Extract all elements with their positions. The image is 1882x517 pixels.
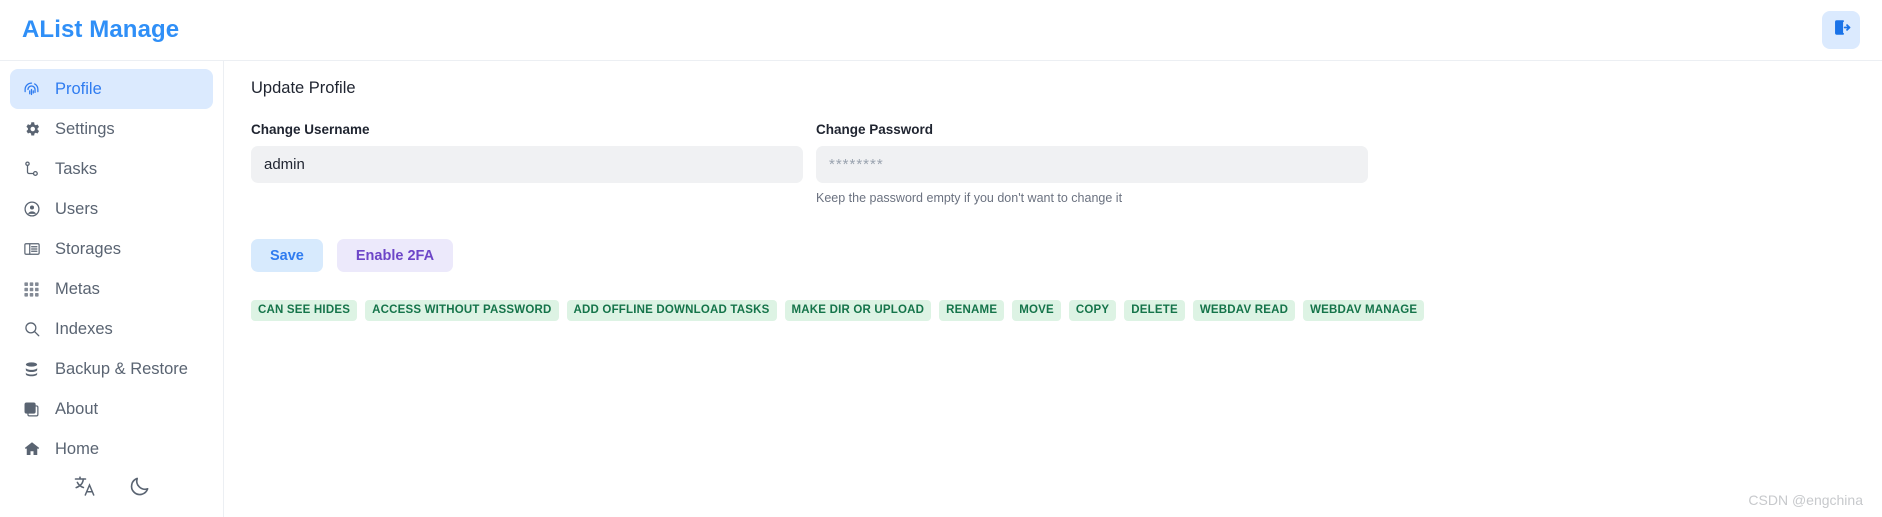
permission-badge-list: CAN SEE HIDES ACCESS WITHOUT PASSWORD ADD …	[251, 300, 1842, 322]
sidebar-footer	[0, 473, 224, 499]
permission-badge: WEBDAV READ	[1192, 300, 1296, 322]
sidebar-item-users[interactable]: Users	[10, 189, 213, 229]
gear-icon	[21, 119, 42, 140]
search-icon	[21, 319, 42, 340]
permission-badge: CAN SEE HIDES	[251, 300, 358, 322]
password-field-group: Change Password Keep the password empty …	[816, 122, 1368, 205]
username-label: Change Username	[251, 122, 370, 137]
watermark: CSDN @engchina	[1748, 492, 1863, 508]
action-buttons: Save Enable 2FA	[251, 239, 1842, 272]
tasks-icon	[21, 159, 42, 180]
permission-badge: RENAME	[939, 300, 1005, 322]
sidebar-item-label: About	[55, 399, 99, 418]
sidebar-item-label: Settings	[55, 119, 115, 138]
password-input[interactable]	[816, 146, 1368, 183]
sidebar-item-label: Users	[55, 199, 99, 218]
layers-icon	[21, 399, 42, 420]
sidebar-item-settings[interactable]: Settings	[10, 109, 236, 149]
database-icon	[21, 359, 42, 380]
permission-badge: COPY	[1068, 300, 1117, 322]
sidebar-item-profile[interactable]: Profile	[10, 69, 213, 109]
sidebar-item-home[interactable]: Home	[10, 429, 213, 469]
sidebar-item-label: Tasks	[55, 159, 98, 178]
permission-badge: ADD OFFLINE DOWNLOAD TASKS	[566, 300, 777, 322]
sidebar-item-metas[interactable]: Metas	[10, 269, 213, 309]
save-button[interactable]: Save	[251, 239, 323, 272]
sidebar-item-about[interactable]: About	[10, 389, 213, 429]
sidebar-item-tasks[interactable]: Tasks	[10, 149, 236, 189]
password-label: Change Password	[816, 122, 934, 137]
sidebar-item-label: Storages	[55, 239, 122, 258]
logout-button[interactable]	[1822, 11, 1860, 49]
permission-badge: ACCESS WITHOUT PASSWORD	[365, 300, 559, 322]
username-field-group: Change Username	[251, 122, 803, 205]
sidebar-item-label: Metas	[55, 279, 100, 298]
logout-icon	[1832, 18, 1851, 42]
sidebar-item-label: Profile	[55, 79, 102, 98]
profile-form: Change Username Change Password Keep the…	[251, 122, 1842, 205]
sidebar: Profile Settings Tasks Users Storages Me…	[0, 61, 236, 517]
username-input[interactable]	[251, 146, 803, 183]
sidebar-item-label: Home	[55, 439, 100, 458]
language-icon[interactable]	[72, 473, 98, 499]
storage-icon	[21, 239, 42, 260]
sidebar-item-backup-restore[interactable]: Backup & Restore	[10, 349, 213, 389]
user-circle-icon	[21, 199, 42, 220]
main-content: Update Profile Change Username Change Pa…	[225, 61, 1882, 517]
permission-badge: MAKE DIR OR UPLOAD	[784, 300, 932, 322]
sidebar-item-label: Backup & Restore	[55, 359, 188, 378]
page-title: Update Profile	[251, 79, 356, 97]
sidebar-item-storages[interactable]: Storages	[10, 229, 213, 269]
metas-grid-icon	[21, 279, 42, 300]
dark-mode-moon-icon[interactable]	[126, 473, 152, 499]
permission-badge: WEBDAV MANAGE	[1303, 300, 1425, 322]
enable-2fa-button[interactable]: Enable 2FA	[336, 239, 454, 272]
sidebar-item-indexes[interactable]: Indexes	[10, 309, 213, 349]
app-header: AList Manage	[0, 0, 1882, 61]
permission-badge: MOVE	[1012, 300, 1061, 322]
alist-manage-page: AList Manage Profile Settings Tasks User…	[0, 0, 1882, 517]
home-icon	[21, 439, 42, 460]
app-title: AList Manage	[22, 16, 180, 43]
permission-badge: DELETE	[1124, 300, 1185, 322]
password-hint: Keep the password empty if you don't wan…	[816, 191, 1123, 205]
fingerprint-icon	[21, 79, 42, 100]
sidebar-item-label: Indexes	[55, 319, 113, 338]
